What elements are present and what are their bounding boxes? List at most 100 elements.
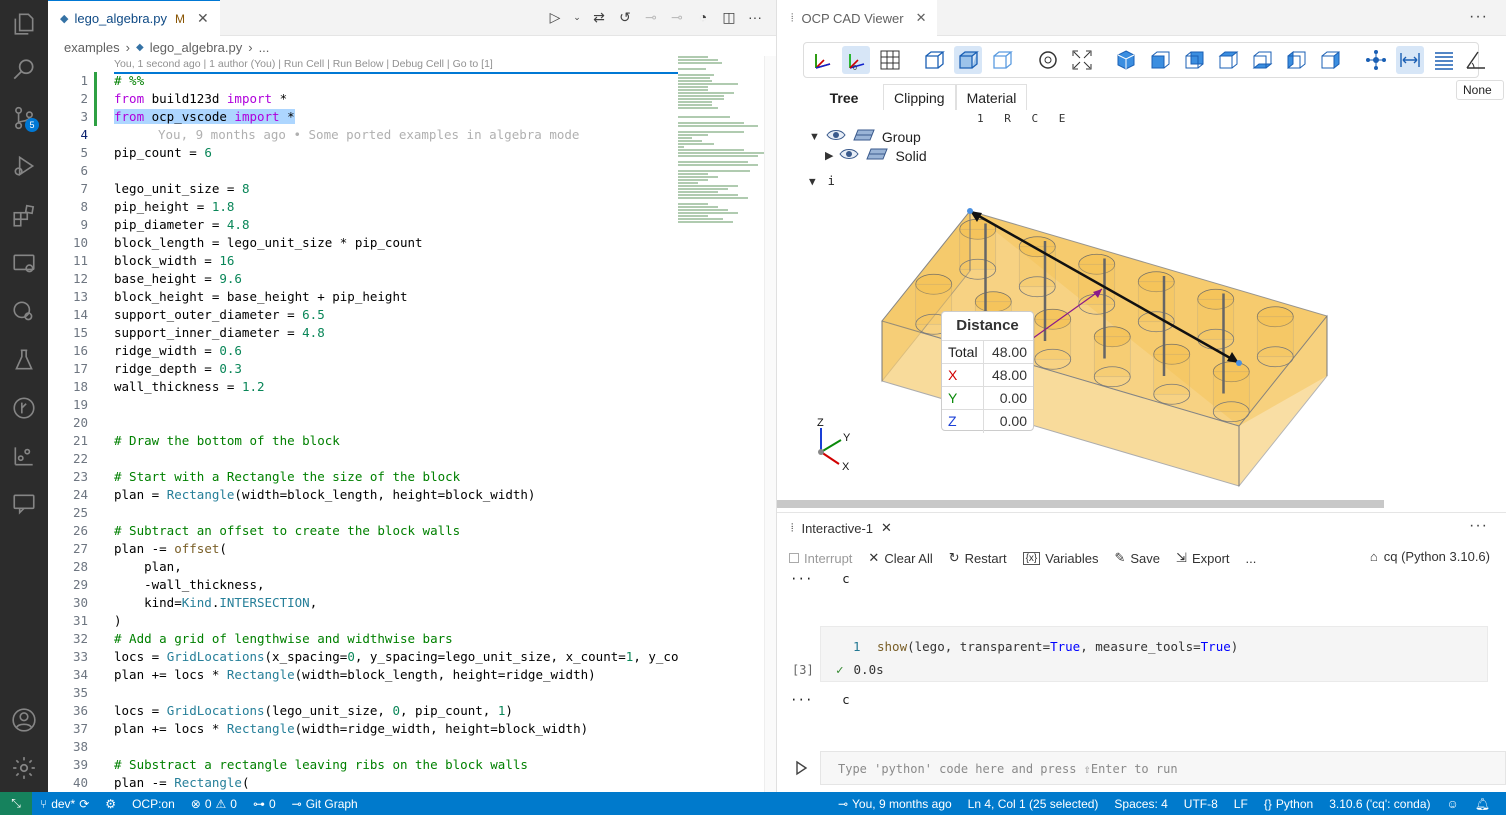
code-line[interactable]: 6 — [48, 162, 678, 180]
code-line[interactable]: 13 block_height = base_height + pip_heigh… — [48, 288, 678, 306]
tab-lego-algebra[interactable]: ◆ lego_algebra.py M ✕ — [48, 0, 220, 36]
black-edges-icon[interactable] — [988, 46, 1016, 74]
collapse-triangle-icon[interactable]: ▼ — [809, 131, 820, 143]
executed-cell[interactable]: 1 show(lego, transparent=True, measure_t… — [820, 626, 1488, 682]
remote-explorer-icon[interactable] — [0, 244, 48, 284]
comments-icon[interactable] — [0, 484, 48, 524]
close-icon[interactable]: ✕ — [916, 10, 927, 26]
chevron-down-icon[interactable]: ⌄ — [573, 8, 581, 26]
breadcrumb-file[interactable]: lego_algebra.py — [150, 40, 243, 55]
run-icon[interactable]: ▷ — [547, 8, 563, 26]
code-line[interactable]: 8 pip_height = 1.8 — [48, 198, 678, 216]
code-line[interactable]: 37 plan += locs * Rectangle(width=ridge_w… — [48, 720, 678, 738]
git-history-icon[interactable] — [0, 388, 48, 428]
code-input[interactable]: Type 'python' code here and press ⇧Enter… — [820, 751, 1506, 785]
code-line[interactable]: 34 plan += locs * Rectangle(width=block_l… — [48, 666, 678, 684]
code-line[interactable]: 5 pip_count = 6 — [48, 144, 678, 162]
code-line[interactable]: 25 — [48, 504, 678, 522]
code-line[interactable]: 39 # Substract a rectangle leaving ribs o… — [48, 756, 678, 774]
branch-indicator[interactable]: ⑂ dev* ⟳ — [32, 797, 97, 811]
split-editor-icon[interactable]: ◫ — [721, 8, 737, 26]
code-line[interactable]: 10 block_length = lego_unit_size * pip_co… — [48, 234, 678, 252]
explorer-icon[interactable] — [0, 4, 48, 44]
next-change-icon[interactable]: ⊸ — [669, 8, 685, 26]
run-input-icon[interactable] — [793, 760, 809, 776]
flask-icon[interactable] — [0, 340, 48, 380]
eye-icon[interactable] — [839, 147, 860, 164]
code-line[interactable]: 2 from build123d import * — [48, 90, 678, 108]
iso-view-icon[interactable] — [1112, 46, 1140, 74]
code-line[interactable]: 16 ridge_width = 0.6 — [48, 342, 678, 360]
blame-indicator[interactable]: ⊸ You, 9 months ago — [830, 797, 960, 811]
code-line[interactable]: 26 # Subtract an offset to create the blo… — [48, 522, 678, 540]
source-control-icon[interactable]: 5 — [0, 98, 48, 138]
code-line[interactable]: 9 pip_diameter = 4.8 — [48, 216, 678, 234]
kernel-picker[interactable]: ⌂ cq (Python 3.10.6) — [1370, 549, 1490, 564]
code-line[interactable]: 40 plan -= Rectangle( — [48, 774, 678, 792]
code-line[interactable]: 17 ridge_depth = 0.3 — [48, 360, 678, 378]
tab-interactive-1[interactable]: ⦙ Interactive-1 ✕ — [777, 513, 892, 543]
ports-indicator[interactable]: ⊶ 0 — [245, 797, 284, 811]
axes-origin-icon[interactable]: 0 — [842, 46, 870, 74]
clear-all-button[interactable]: ✕ Clear All — [868, 550, 932, 566]
settings-gear-icon[interactable] — [0, 748, 48, 788]
code-line[interactable]: 7 lego_unit_size = 8 — [48, 180, 678, 198]
collapse-triangle-icon[interactable]: ▼ — [809, 175, 816, 188]
code-line[interactable]: 1 # %% — [48, 72, 678, 90]
perspective-icon[interactable] — [920, 46, 948, 74]
code-line[interactable]: 19 — [48, 396, 678, 414]
run-debug-icon[interactable] — [0, 146, 48, 186]
code-line[interactable]: 36 locs = GridLocations(lego_unit_size, 0… — [48, 702, 678, 720]
search-icon[interactable] — [0, 50, 48, 90]
bell-icon[interactable]: 🔔︎ — [1467, 797, 1498, 811]
output-ellipsis[interactable]: ··· — [790, 692, 813, 707]
angle-tool-icon[interactable] — [1462, 46, 1490, 74]
code-line[interactable]: 32 # Add a grid of lengthwise and widthwi… — [48, 630, 678, 648]
restart-button[interactable]: ↻ Restart — [949, 550, 1007, 566]
cursor-position[interactable]: Ln 4, Col 1 (25 selected) — [960, 797, 1107, 811]
eye-icon[interactable] — [826, 128, 846, 145]
code-line[interactable]: 3 from ocp_vscode import * — [48, 108, 678, 126]
code-line[interactable]: 29 -wall_thickness, — [48, 576, 678, 594]
indentation[interactable]: Spaces: 4 — [1106, 797, 1175, 811]
tab-clipping[interactable]: Clipping — [883, 84, 956, 110]
ocp-icon[interactable]: ⚙ — [97, 797, 124, 811]
code-line[interactable]: 30 kind=Kind.INTERSECTION, — [48, 594, 678, 612]
code-line[interactable]: 24 plan = Rectangle(width=block_length, h… — [48, 486, 678, 504]
end-of-line[interactable]: LF — [1226, 797, 1256, 811]
git-graph-status[interactable]: ⊸ Git Graph — [284, 797, 366, 811]
code-line[interactable]: 35 — [48, 684, 678, 702]
remote-icon[interactable]: ⤡ — [0, 792, 32, 815]
code-line[interactable]: 18 wall_thickness = 1.2 — [48, 378, 678, 396]
more-actions-icon[interactable]: ··· — [747, 8, 763, 26]
top-view-icon[interactable] — [1214, 46, 1242, 74]
more-actions-icon[interactable]: ··· — [1469, 517, 1488, 535]
breadcrumb-symbol[interactable]: ... — [259, 40, 270, 55]
axes-icon[interactable] — [808, 46, 836, 74]
extensions-icon[interactable] — [0, 196, 48, 236]
explode-icon[interactable] — [1362, 46, 1390, 74]
previous-change-icon[interactable]: ⊸ — [643, 8, 659, 26]
viewer-horizontal-scrollbar[interactable] — [777, 500, 1384, 508]
code-line[interactable]: 31) — [48, 612, 678, 630]
go-back-icon[interactable]: ↺ — [617, 8, 633, 26]
problems-indicator[interactable]: ⊗ 0 ⚠ 0 — [183, 797, 245, 811]
code-line[interactable]: 14 support_outer_diameter = 6.5 — [48, 306, 678, 324]
code-line[interactable]: 27 plan -= offset( — [48, 540, 678, 558]
copilot-icon[interactable]: ☺ — [1439, 797, 1467, 811]
code-line[interactable]: 4 You, 9 months ago • Some ported example… — [48, 126, 678, 144]
fit-icon[interactable] — [1068, 46, 1096, 74]
code-line[interactable]: 23 # Start with a Rectangle the size of t… — [48, 468, 678, 486]
save-button[interactable]: ✎ Save — [1114, 550, 1160, 566]
tree-item-solid[interactable]: ▶ Solid — [825, 147, 927, 164]
code-line[interactable]: 15 support_inner_diameter = 4.8 — [48, 324, 678, 342]
rear-view-icon[interactable] — [1180, 46, 1208, 74]
grid-icon[interactable] — [876, 46, 904, 74]
tab-ocp-cad-viewer[interactable]: ⦙ OCP CAD Viewer ✕ — [777, 0, 937, 36]
expand-triangle-icon[interactable]: ▶ — [825, 149, 833, 162]
timeline-icon[interactable]: ◔ — [695, 8, 711, 26]
transparent-icon[interactable] — [954, 46, 982, 74]
code-line[interactable]: 21 # Draw the bottom of the block — [48, 432, 678, 450]
cad-viewer[interactable]: 0 None Tree Clipping Material 1 R C E ▼ … — [777, 36, 1506, 510]
right-view-icon[interactable] — [1316, 46, 1344, 74]
